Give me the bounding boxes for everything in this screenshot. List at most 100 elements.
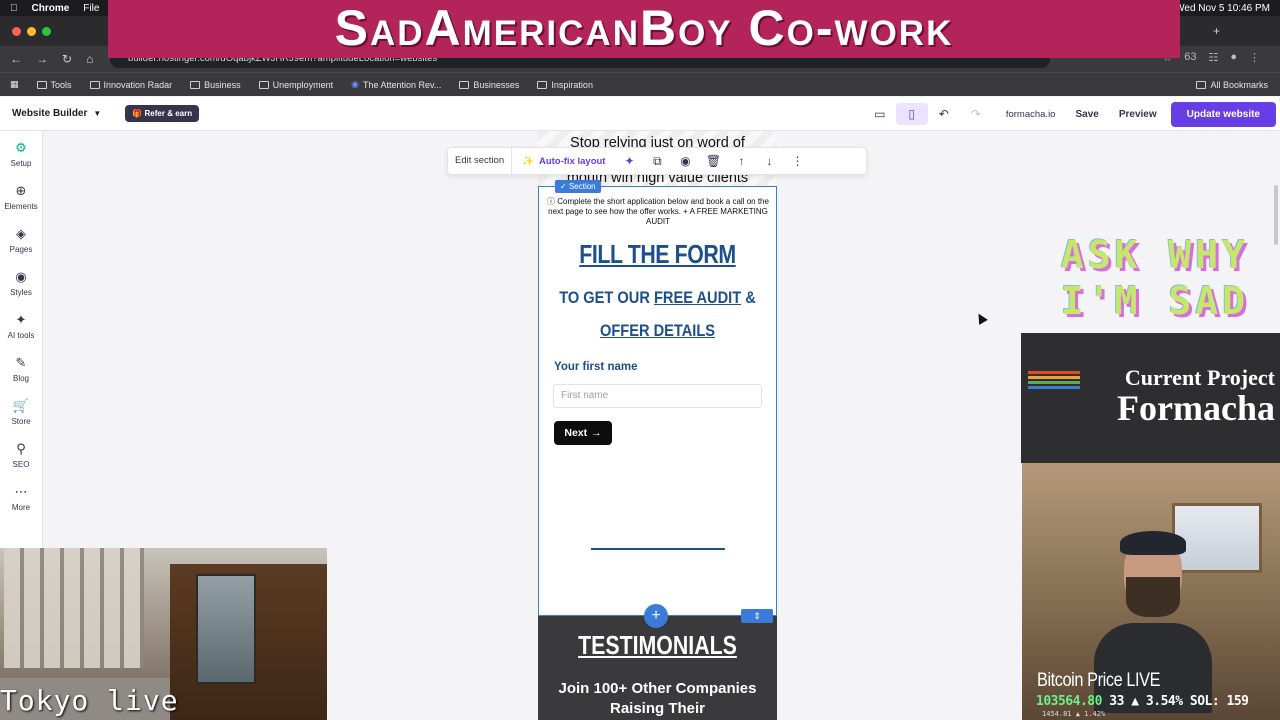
sidebar-label: Elements (4, 202, 38, 211)
bookmark-businesses[interactable]: Businesses (459, 80, 519, 90)
sidebar-label: Styles (10, 288, 32, 297)
website-builder-menu[interactable]: Website Builder ▼ (12, 108, 101, 119)
bitcoin-ticker: 103564.80 33 ▲ 3.54% SOL: 159 (1036, 694, 1249, 709)
sidebar-item-blog[interactable]: ✎ Blog (0, 346, 42, 389)
reorder-section-handle[interactable]: ⇕ (741, 609, 773, 623)
bookmark-attention-rev[interactable]: ◉ The Attention Rev... (351, 79, 441, 90)
testimonials-section[interactable]: TESTIMONIALS Join 100+ Other Companies R… (538, 616, 777, 720)
folder-icon (1196, 80, 1207, 89)
seo-icon: ⚲ (16, 441, 26, 456)
refer-earn-button[interactable]: 🎁 Refer & earn (125, 105, 200, 122)
bookmark-label: Businesses (473, 79, 520, 90)
preview-button[interactable]: Preview (1109, 109, 1167, 120)
menu-app-name[interactable]: Chrome (32, 3, 70, 14)
duplicate-icon[interactable]: ⧉ (643, 154, 671, 169)
home-icon[interactable]: ⌂ (86, 52, 93, 66)
bookmark-tools[interactable]: Tools (36, 79, 72, 90)
btc-price: 103564.80 (1036, 694, 1102, 709)
current-project-card: Current Project Formacha (1021, 333, 1280, 463)
domain-link[interactable]: formacha.io (1006, 109, 1056, 120)
apps-grid-icon[interactable]: ▦ (10, 79, 19, 90)
eye-icon[interactable]: ◉ (671, 154, 699, 168)
bookmark-label: Unemployment (272, 79, 334, 90)
bookmark-inspiration[interactable]: Inspiration (537, 80, 593, 90)
reload-icon[interactable]: ↻ (62, 52, 72, 66)
builder-topbar: Website Builder ▼ 🎁 Refer & earn ▭ ▯ ↶ ↷… (0, 97, 1280, 131)
folder-icon (459, 80, 470, 89)
refer-earn-label: Refer & earn (144, 109, 193, 118)
close-window-button[interactable] (12, 27, 21, 36)
setup-icon: ⚙ (15, 140, 27, 155)
next-button-label: Next (564, 427, 588, 439)
menu-file[interactable]: File (83, 3, 99, 14)
selected-section[interactable]: ✓ Section ⓘ Complete the short applicati… (538, 180, 777, 616)
chrome-menu-icon[interactable]: ⋮ (1249, 51, 1260, 64)
update-website-button[interactable]: Update website (1170, 101, 1276, 127)
ask-why-overlay: ASK WHY I'M SAD (1040, 232, 1270, 324)
bookmark-innovation-radar[interactable]: Innovation Radar (89, 79, 173, 90)
more-options-icon[interactable]: ⋮ (783, 154, 811, 168)
testimonials-heading: TESTIMONIALS (578, 630, 737, 660)
btc-change: 33 ▲ 3.54% SOL: 159 (1101, 694, 1249, 709)
trash-icon[interactable]: 🗑 (699, 154, 727, 168)
auto-fix-layout-button[interactable]: ✨ Auto-fix layout (512, 156, 615, 167)
profile-avatar[interactable]: ● (1230, 51, 1237, 64)
extension-badge[interactable]: 63 (1184, 51, 1196, 64)
sidebar-item-seo[interactable]: ⚲ SEO (0, 432, 42, 475)
apple-icon[interactable]:  (10, 3, 18, 14)
sidebar-item-elements[interactable]: ⊕ Elements (0, 174, 42, 217)
new-tab-icon[interactable]: + (1213, 24, 1220, 38)
sidebar-label: Store (11, 417, 31, 426)
arrow-right-icon: → (591, 427, 602, 439)
minimize-window-button[interactable] (27, 27, 36, 36)
next-button[interactable]: Next → (554, 421, 612, 445)
fill-form-heading: FILL THE FORM (560, 239, 754, 270)
all-bookmarks[interactable]: All Bookmarks (1196, 80, 1268, 90)
bookmark-label: Innovation Radar (103, 79, 173, 90)
save-button[interactable]: Save (1065, 109, 1108, 120)
bookmark-label: Tools (50, 79, 72, 90)
sidebar-item-store[interactable]: 🛒 Store (0, 389, 42, 432)
magic-wand-icon: ✨ (522, 155, 534, 167)
add-section-button[interactable]: + (644, 604, 668, 628)
section-divider (591, 548, 725, 550)
sidebar-item-more[interactable]: ⋯ More (0, 475, 42, 518)
desktop-view-icon[interactable]: ▭ (864, 107, 896, 121)
page-scrollbar[interactable] (1274, 185, 1278, 245)
puzzle-icon[interactable]: ☷ (1208, 51, 1218, 64)
move-down-icon[interactable]: ↓ (755, 154, 783, 168)
bitcoin-label: Bitcoin Price LIVE (1037, 670, 1161, 691)
sidebar-label: SEO (12, 460, 30, 469)
sidebar-item-styles[interactable]: ◉ Styles (0, 260, 42, 303)
offer-details-link[interactable]: OFFER DETAILS (600, 321, 715, 340)
sidebar-item-setup[interactable]: ⚙ Setup (0, 131, 42, 174)
section-badge[interactable]: ✓ Section (555, 180, 601, 193)
folder-icon (89, 80, 100, 89)
back-icon[interactable]: ← (10, 52, 22, 66)
sidebar-label: More (11, 503, 31, 512)
bookmark-business[interactable]: Business (190, 80, 241, 90)
free-audit-link[interactable]: FREE AUDIT (654, 288, 741, 307)
testimonials-text: Join 100+ Other Companies Raising Their (558, 680, 757, 717)
undo-icon[interactable]: ↶ (928, 107, 960, 121)
move-up-icon[interactable]: ↑ (727, 154, 755, 168)
forward-icon[interactable]: → (36, 52, 48, 66)
ai-sparkle-icon[interactable]: ✦ (615, 154, 643, 168)
builder-sidebar: ⚙ Setup ⊕ Elements ◈ Pages ◉ Styles ✦ AI… (0, 131, 43, 551)
bookmark-label: All Bookmarks (1210, 79, 1268, 90)
redo-icon[interactable]: ↷ (960, 107, 992, 121)
edit-section-button[interactable]: Edit section (448, 147, 513, 175)
sidebar-item-pages[interactable]: ◈ Pages (0, 217, 42, 260)
bookmark-label: The Attention Rev... (363, 79, 442, 90)
current-project-name: Formacha (1117, 388, 1275, 428)
bookmark-unemployment[interactable]: Unemployment (258, 79, 334, 90)
ask-why-line1: ASK WHY (1060, 233, 1250, 277)
menubar-datetime: Wed Nov 5 10:46 PM (1175, 2, 1270, 14)
bookmark-label: Business (204, 79, 241, 90)
website-builder-label: Website Builder (12, 108, 88, 119)
sidebar-item-ai-tools[interactable]: ✦ AI tools (0, 303, 42, 346)
zoom-window-button[interactable] (42, 27, 51, 36)
edit-icon: ✎ (15, 355, 27, 370)
mobile-view-icon[interactable]: ▯ (895, 103, 928, 125)
first-name-input[interactable]: First name (553, 384, 762, 408)
